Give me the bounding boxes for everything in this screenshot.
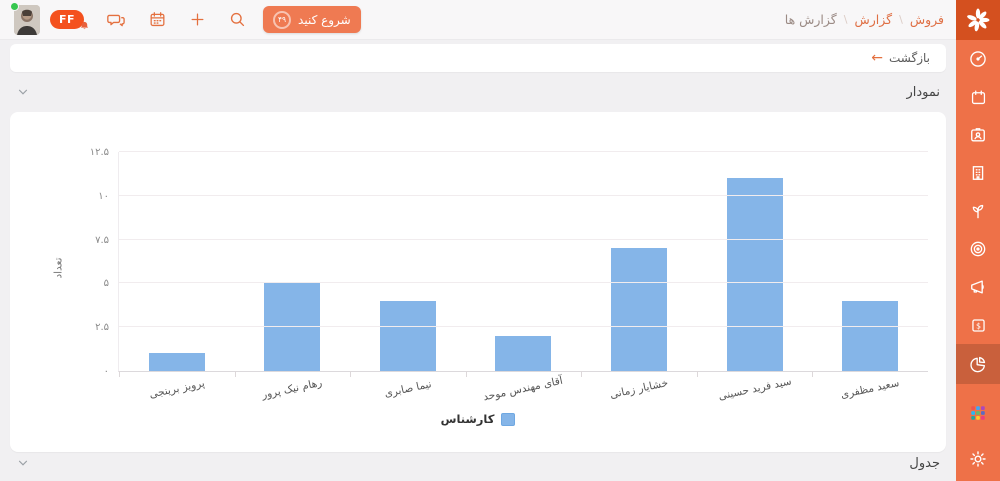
sidebar-item-dashboard[interactable] <box>956 40 1000 78</box>
svg-text:$: $ <box>975 321 980 330</box>
sidebar-item-invoice[interactable]: $ <box>956 306 1000 344</box>
y-axis-tick-label: ۲.۵ <box>95 322 109 333</box>
gridline <box>119 239 928 240</box>
bell-icon <box>80 20 89 33</box>
bar[interactable] <box>149 353 205 371</box>
bar[interactable] <box>264 283 320 371</box>
table-section-header: جدول <box>0 452 956 478</box>
y-axis-tick-label: ۵ <box>104 278 109 289</box>
y-axis-tick-label: ۱۲.۵ <box>90 147 109 158</box>
topbar-icons <box>106 10 247 30</box>
gear-icon <box>968 449 988 469</box>
sidebar-item-apps[interactable] <box>956 394 1000 432</box>
search-icon[interactable] <box>228 10 247 29</box>
sidebar-item-calendar[interactable] <box>956 78 1000 116</box>
calendar-icon <box>969 88 988 107</box>
plot-area: سعید مظفریسید فرید حسینیخشایار زمانیآقای… <box>118 152 928 372</box>
chart-section-title: نمودار <box>906 85 940 100</box>
breadcrumb: فروش \ گزارش \ گزارش ها <box>785 12 944 27</box>
bars-row: سعید مظفریسید فرید حسینیخشایار زمانیآقای… <box>119 152 928 371</box>
gridline <box>119 195 928 196</box>
sidebar: $ <box>956 0 1000 481</box>
plant-icon <box>968 201 988 221</box>
online-status-dot <box>10 2 19 11</box>
sidebar-item-reports[interactable] <box>956 344 1000 384</box>
add-icon[interactable] <box>189 11 206 28</box>
chevron-down-icon[interactable] <box>16 85 30 99</box>
breadcrumb-separator: \ <box>899 13 903 26</box>
chart-card: تعداد سعید مظفریسید فرید حسینیخشایار زما… <box>10 112 946 452</box>
x-axis-category-label: نیما صابری <box>383 378 432 400</box>
user-avatar[interactable] <box>14 5 40 35</box>
progress-ring: ۴۹ <box>273 11 291 29</box>
breadcrumb-reports-current: گزارش ها <box>785 12 837 27</box>
gridline <box>119 326 928 327</box>
chevron-down-icon[interactable] <box>16 456 30 470</box>
chart-section-header: نمودار <box>0 72 956 112</box>
bar[interactable] <box>495 336 551 371</box>
breadcrumb-separator: \ <box>844 13 848 26</box>
legend-swatch[interactable] <box>501 413 515 426</box>
bar-slot: نیما صابری <box>350 152 466 371</box>
badge-text: FF <box>59 13 75 26</box>
x-axis-category-label: پرویز برینجی <box>148 377 205 400</box>
sidebar-item-settings[interactable] <box>956 440 1000 478</box>
sidebar-item-growth[interactable] <box>956 192 1000 230</box>
sidebar-item-contacts[interactable] <box>956 116 1000 154</box>
pie-chart-icon <box>968 354 988 374</box>
topbar: FF <box>0 0 956 40</box>
main-content: بازگشت ← نمودار تعداد سعید مظفریسید فرید… <box>0 40 956 481</box>
breadcrumb-report[interactable]: گزارش <box>854 12 892 27</box>
bar-slot: پرویز برینجی <box>119 152 235 371</box>
gauge-icon <box>968 49 988 69</box>
bar-slot: رهام نیک پرور <box>235 152 351 371</box>
start-button-label: شروع کنید <box>298 13 351 27</box>
back-label: بازگشت <box>889 51 930 65</box>
gridline <box>119 151 928 152</box>
bar[interactable] <box>727 178 783 371</box>
sidebar-item-marketing[interactable] <box>956 268 1000 306</box>
bar-slot: سعید مظفری <box>812 152 928 371</box>
invoice-icon: $ <box>969 316 988 335</box>
chat-icon[interactable] <box>106 10 126 30</box>
bar[interactable] <box>611 248 667 371</box>
target-icon <box>968 239 988 259</box>
notification-badge[interactable]: FF <box>50 10 84 29</box>
progress-value: ۴۹ <box>278 15 286 24</box>
bar-slot: آقای مهندس موحد <box>466 152 582 371</box>
building-icon <box>968 163 988 183</box>
bar[interactable] <box>842 301 898 371</box>
bar-slot: سید فرید حسینی <box>697 152 813 371</box>
app-window: FF <box>0 0 1000 481</box>
table-section-title: جدول <box>909 456 940 471</box>
megaphone-icon <box>968 277 988 297</box>
bar-slot: خشایار زمانی <box>581 152 697 371</box>
back-arrow-icon: ← <box>871 51 883 65</box>
y-axis-tick-label: ۱۰ <box>98 191 109 202</box>
bar[interactable] <box>380 301 436 371</box>
y-axis-tick-label: ۰ <box>104 366 109 377</box>
apps-grid-icon <box>969 404 987 422</box>
x-axis-category-label: خشایار زمانی <box>609 377 669 401</box>
x-axis-category-label: سید فرید حسینی <box>717 375 792 402</box>
y-axis-title: تعداد <box>53 257 65 278</box>
app-logo[interactable] <box>956 0 1000 40</box>
sidebar-item-target[interactable] <box>956 230 1000 268</box>
x-axis-category-label: آقای مهندس موحد <box>483 375 565 404</box>
y-axis-tick-label: ۷.۵ <box>95 235 109 246</box>
back-button[interactable]: بازگشت ← <box>871 51 930 65</box>
gridline <box>119 282 928 283</box>
flower-logo-icon <box>965 7 991 33</box>
sidebar-item-organization[interactable] <box>956 154 1000 192</box>
start-button[interactable]: شروع کنید ۴۹ <box>263 6 361 33</box>
chart-legend: کارشناس <box>10 412 946 426</box>
breadcrumb-sales[interactable]: فروش <box>910 12 944 27</box>
legend-label: کارشناس <box>441 412 495 426</box>
x-axis-category-label: سعید مظفری <box>840 377 901 401</box>
back-bar: بازگشت ← <box>10 44 946 72</box>
x-axis-category-label: رهام نیک پرور <box>261 377 323 401</box>
id-card-icon <box>968 125 988 145</box>
calendar-icon[interactable] <box>148 10 167 29</box>
